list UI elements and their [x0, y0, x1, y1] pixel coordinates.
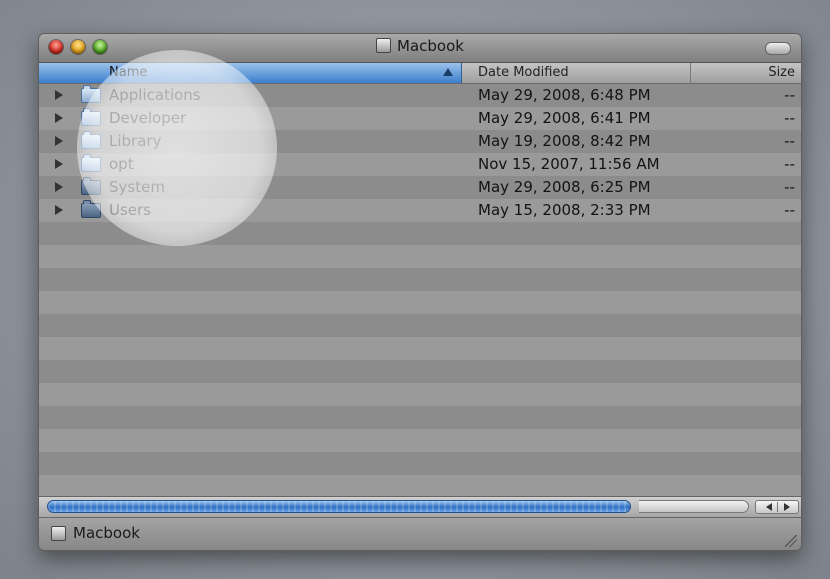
column-header-size[interactable]: Size [691, 63, 801, 83]
horizontal-scrollbar[interactable] [39, 496, 801, 517]
toolbar-toggle-button[interactable] [765, 42, 791, 55]
disclosure-triangle-icon[interactable] [55, 182, 63, 192]
scroll-right-icon[interactable] [784, 503, 790, 511]
disclosure-triangle-icon[interactable] [55, 90, 63, 100]
title-bar[interactable]: Macbook [39, 34, 801, 63]
system-folder-icon [81, 177, 101, 195]
item-name: opt [109, 155, 134, 173]
developer-folder-icon [81, 108, 101, 126]
scrollbar-track[interactable] [639, 500, 749, 513]
scrollbar-thumb[interactable] [47, 500, 631, 513]
resize-grip-icon[interactable] [785, 535, 797, 547]
window-title: Macbook [397, 37, 464, 55]
hard-disk-icon [376, 38, 392, 53]
library-folder-icon [81, 131, 101, 149]
item-date: May 19, 2008, 8:42 PM [478, 132, 651, 150]
list-item[interactable]: Developer May 29, 2008, 6:41 PM -- [39, 107, 801, 130]
disclosure-triangle-icon[interactable] [55, 205, 63, 215]
item-size: -- [784, 109, 795, 127]
item-size: -- [784, 132, 795, 150]
disclosure-triangle-icon[interactable] [55, 113, 63, 123]
scroll-left-icon[interactable] [766, 503, 772, 511]
scroll-button-divider [777, 502, 778, 512]
list-item[interactable]: Users May 15, 2008, 2:33 PM -- [39, 199, 801, 222]
file-list[interactable]: Applications May 29, 2008, 6:48 PM -- De… [39, 50, 801, 496]
item-date: Nov 15, 2007, 11:56 AM [478, 155, 660, 173]
item-size: -- [784, 178, 795, 196]
column-name-label: Name [109, 65, 148, 80]
column-header: Name Date Modified Size [39, 63, 801, 84]
list-item[interactable]: opt Nov 15, 2007, 11:56 AM -- [39, 153, 801, 176]
item-name: Applications [109, 86, 201, 104]
column-size-label: Size [768, 65, 795, 80]
item-name: Developer [109, 109, 187, 127]
item-date: May 29, 2008, 6:41 PM [478, 109, 651, 127]
hard-disk-icon [51, 526, 66, 541]
item-name: System [109, 178, 165, 196]
scroll-buttons [755, 500, 799, 514]
column-header-date-modified[interactable]: Date Modified [462, 63, 691, 83]
item-date: May 29, 2008, 6:48 PM [478, 86, 651, 104]
path-bar: Macbook [39, 517, 801, 550]
path-bar-label[interactable]: Macbook [73, 524, 140, 542]
list-item[interactable]: System May 29, 2008, 6:25 PM -- [39, 176, 801, 199]
users-folder-icon [81, 200, 101, 218]
window-title-group: Macbook [39, 37, 801, 55]
sort-ascending-icon [443, 68, 453, 76]
item-size: -- [784, 155, 795, 173]
disclosure-triangle-icon[interactable] [55, 136, 63, 146]
list-item[interactable]: Library May 19, 2008, 8:42 PM -- [39, 130, 801, 153]
item-name: Library [109, 132, 162, 150]
column-date-label: Date Modified [478, 65, 569, 80]
item-size: -- [784, 201, 795, 219]
disclosure-triangle-icon[interactable] [55, 159, 63, 169]
column-header-name[interactable]: Name [39, 63, 462, 83]
item-date: May 29, 2008, 6:25 PM [478, 178, 651, 196]
item-date: May 15, 2008, 2:33 PM [478, 201, 651, 219]
item-name: Users [109, 201, 152, 219]
applications-folder-icon [81, 85, 101, 103]
finder-window: Macbook Name Date Modified Size Applicat… [38, 33, 802, 551]
item-size: -- [784, 86, 795, 104]
list-item[interactable]: Applications May 29, 2008, 6:48 PM -- [39, 84, 801, 107]
folder-icon [81, 154, 101, 172]
